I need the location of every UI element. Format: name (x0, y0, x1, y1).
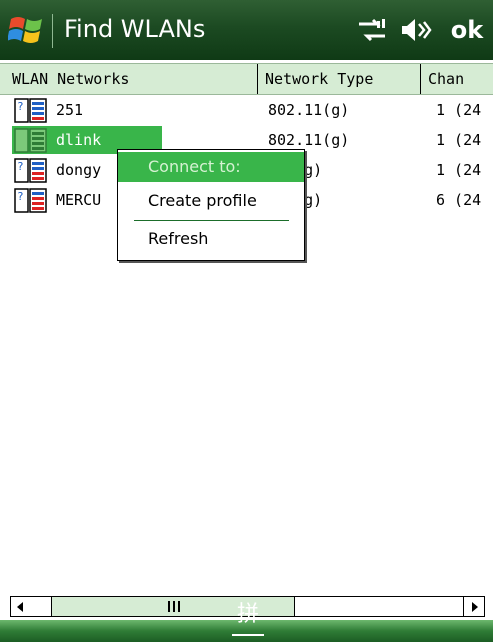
windows-flag-icon[interactable] (8, 12, 46, 48)
scroll-track[interactable] (31, 597, 51, 616)
arrow-right-icon (472, 602, 478, 612)
volume-icon[interactable] (400, 16, 432, 44)
menu-item-refresh[interactable]: Refresh (118, 224, 304, 254)
title-bar: Find WLANs ok (0, 0, 493, 60)
svg-text:?: ? (17, 190, 24, 203)
menu-item-create-profile[interactable]: Create profile (118, 186, 304, 216)
menu-separator (134, 220, 289, 221)
network-type: 802.11(g) (268, 101, 350, 119)
network-channel: 1 (24 (436, 131, 482, 149)
arrow-left-icon (17, 602, 23, 612)
network-signal-icon (14, 128, 47, 153)
ok-button[interactable]: ok (444, 12, 490, 48)
menu-item-connect-to[interactable]: Connect to: (118, 152, 304, 182)
svg-text:?: ? (17, 160, 24, 173)
network-name: 251 (56, 101, 84, 119)
window-title: Find WLANs (64, 15, 206, 43)
table-header: WLAN Networks Network Type Chan (0, 63, 493, 95)
column-header-network-type[interactable]: Network Type (259, 64, 421, 94)
table-row[interactable]: ? 251 802.11(g) 1 (24 (0, 95, 493, 125)
svg-text:?: ? (17, 100, 24, 113)
grip-icon (168, 601, 180, 612)
network-channel: 1 (24 (436, 101, 482, 119)
scroll-right-button[interactable] (463, 597, 484, 616)
network-channel: 6 (24 (436, 191, 482, 209)
column-header-wlan-networks[interactable]: WLAN Networks (6, 64, 258, 94)
network-signal-icon: ? (14, 158, 47, 183)
network-signal-icon: ? (14, 98, 47, 123)
network-signal-icon: ? (14, 188, 47, 213)
input-method-button[interactable]: 拼 (228, 600, 268, 636)
context-menu: Connect to: Create profile Refresh (117, 149, 305, 261)
scroll-left-button[interactable] (11, 597, 32, 616)
title-separator (52, 14, 53, 48)
network-channel: 1 (24 (436, 161, 482, 179)
column-header-channel[interactable]: Chan (422, 64, 493, 94)
input-method-underline (232, 634, 264, 636)
connectivity-icon[interactable] (355, 18, 389, 42)
